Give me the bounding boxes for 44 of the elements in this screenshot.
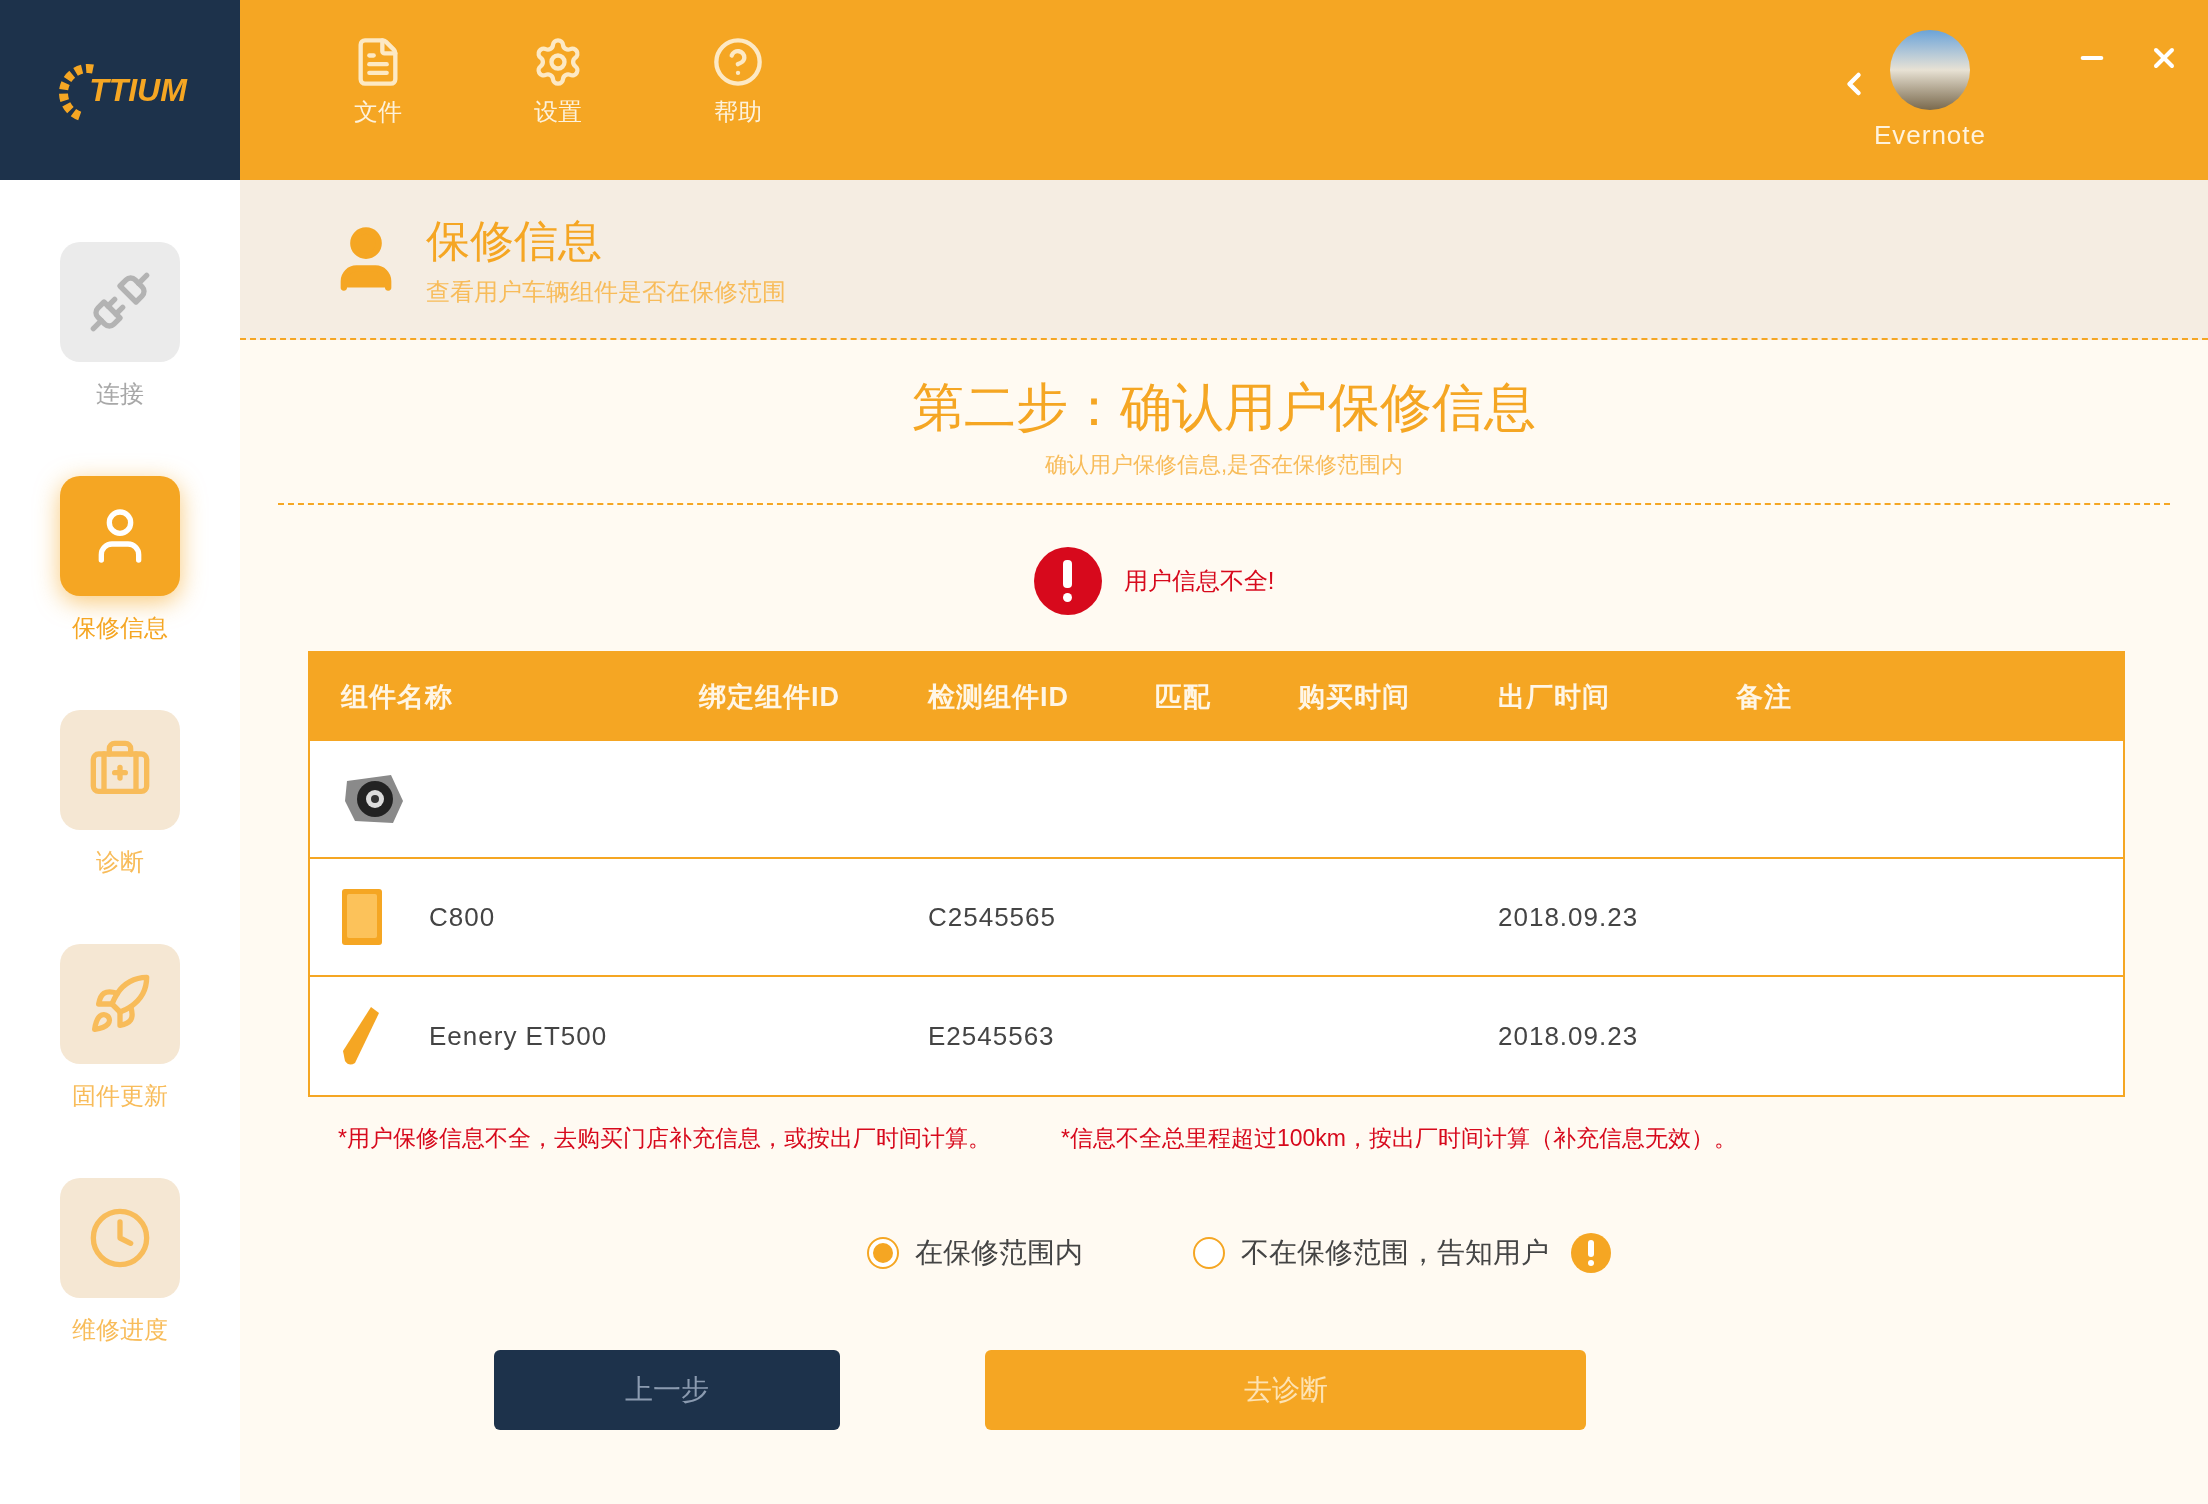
- note-text: *用户保修信息不全，去购买门店补充信息，或按出厂时间计算。: [338, 1124, 991, 1153]
- user-name: Evernote: [1873, 119, 1986, 152]
- radio-label[interactable]: 不在保修范围，告知用户: [1241, 1231, 1549, 1274]
- nav-button[interactable]: [60, 476, 180, 596]
- table-cell-text: 2018.09.23: [1498, 900, 1639, 934]
- nav-label: 维修进度: [72, 1315, 168, 1345]
- plug-icon: [88, 270, 152, 334]
- nav-label: 诊断: [96, 847, 144, 877]
- table-cell-text: Eenery ET500: [429, 1019, 608, 1053]
- table-cell-text: E2545563: [928, 1019, 1055, 1053]
- display-icon: [341, 888, 383, 946]
- column-header: 检测组件ID: [928, 681, 1069, 712]
- nav-label: 保修信息: [72, 613, 168, 643]
- nav-button[interactable]: [60, 1178, 180, 1298]
- radio-button[interactable]: [867, 1236, 899, 1269]
- help-icon: [712, 36, 764, 88]
- radio-button[interactable]: [1193, 1236, 1225, 1269]
- alert-text: 用户信息不全!: [1123, 566, 1275, 596]
- toolbar-button[interactable]: 文件: [328, 36, 428, 130]
- note-text: *信息不全总里程超过100km，按出厂时间计算（补充信息无效）。: [1060, 1124, 1737, 1153]
- clock-icon: [88, 1206, 152, 1270]
- table-cell-text: C800: [429, 900, 496, 934]
- column-header: 组件名称: [341, 681, 453, 712]
- toolbar-button[interactable]: 帮助: [688, 36, 788, 130]
- table-cell-text: 2018.09.23: [1498, 1019, 1639, 1053]
- table-cell-text: C2545565: [928, 900, 1056, 934]
- diagnose-button[interactable]: 去诊断: [985, 1349, 1586, 1430]
- logo-text: TTIUM: [89, 71, 187, 110]
- page-subtitle: 查看用户车辆组件是否在保修范围: [426, 277, 786, 307]
- nav-button[interactable]: [60, 710, 180, 830]
- column-header: 绑定组件ID: [699, 681, 840, 712]
- column-header: 购买时间: [1298, 681, 1410, 712]
- step-subtitle: 确认用户保修信息,是否在保修范围内: [1044, 451, 1404, 479]
- column-header: 出厂时间: [1498, 681, 1610, 712]
- previous-button[interactable]: 上一步: [494, 1349, 840, 1430]
- nav-label: 固件更新: [72, 1081, 168, 1111]
- step-title: 第二步：确认用户保修信息: [912, 377, 1536, 438]
- toolbar-button[interactable]: 设置: [508, 36, 608, 130]
- column-header: 匹配: [1155, 681, 1211, 712]
- page-title: 保修信息: [426, 215, 603, 267]
- column-header: 备注: [1736, 681, 1792, 712]
- radio-label[interactable]: 在保修范围内: [915, 1231, 1083, 1274]
- nav-button[interactable]: [60, 944, 180, 1064]
- nav-label: 连接: [96, 379, 144, 409]
